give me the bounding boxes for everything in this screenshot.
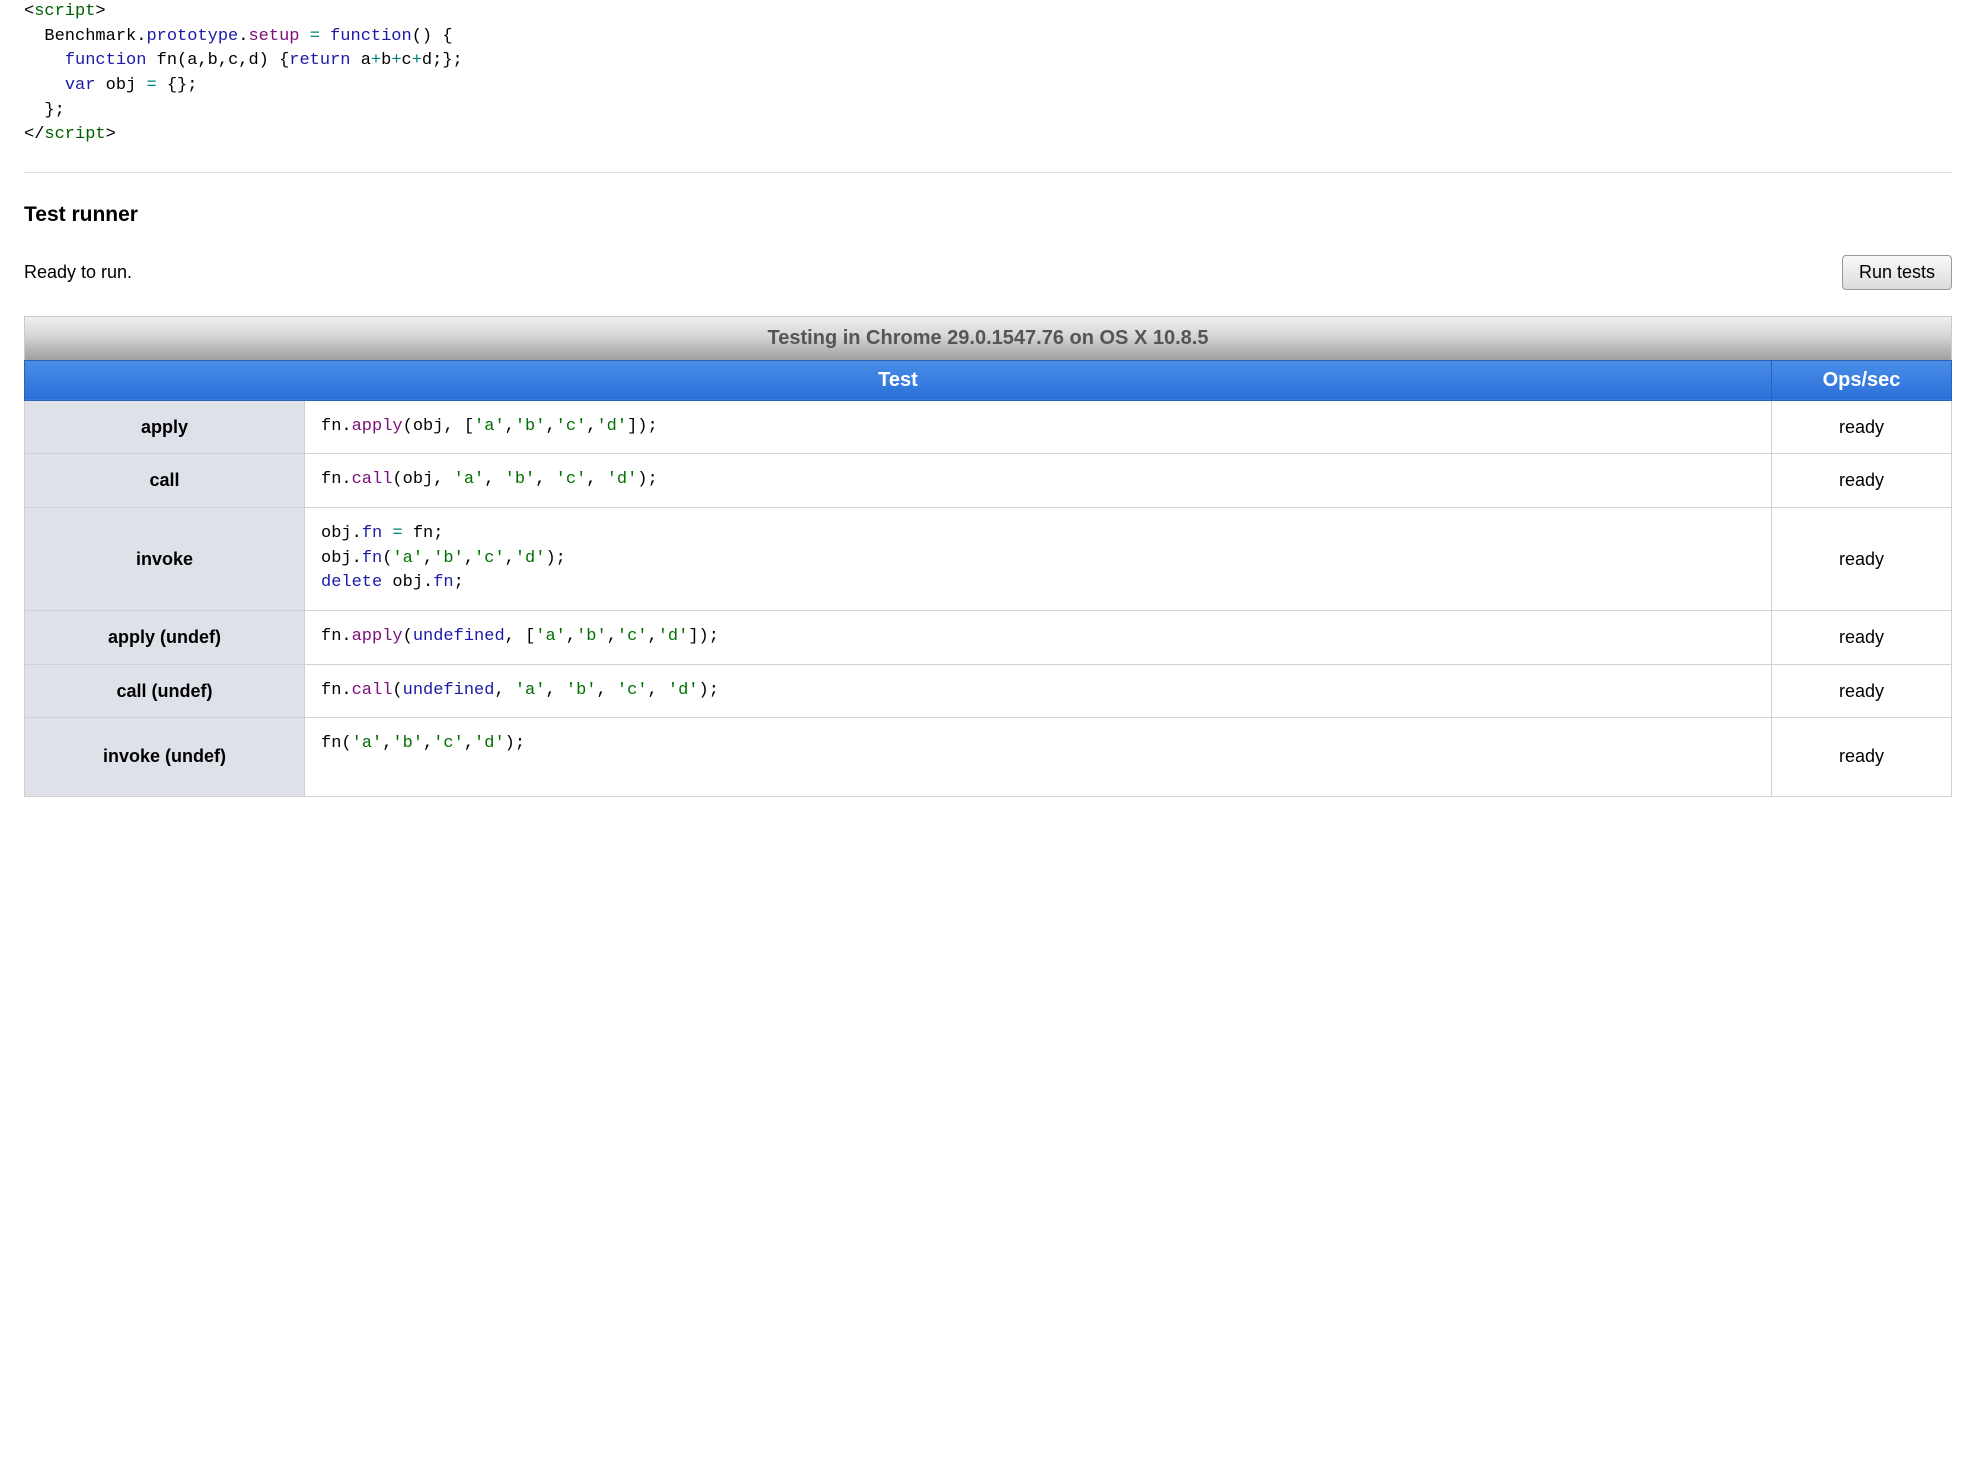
run-tests-button[interactable]: Run tests [1842, 255, 1952, 290]
runner-status-text: Ready to run. [24, 262, 132, 283]
section-divider [24, 172, 1952, 173]
test-code-cell: fn('a','b','c','d'); [305, 718, 1772, 796]
runner-controls-row: Ready to run. Run tests [24, 255, 1952, 290]
test-code-cell: fn.apply(obj, ['a','b','c','d']); [305, 400, 1772, 454]
table-row: invokeobj.fn = fn; obj.fn('a','b','c','d… [25, 508, 1952, 611]
test-code-cell: fn.apply(undefined, ['a','b','c','d']); [305, 611, 1772, 665]
ops-per-sec-cell: ready [1772, 508, 1952, 611]
results-caption: Testing in Chrome 29.0.1547.76 on OS X 1… [24, 316, 1952, 360]
setup-code-block: <script> Benchmark.prototype.setup = fun… [24, 0, 1952, 148]
table-row: apply (undef)fn.apply(undefined, ['a','b… [25, 611, 1952, 665]
table-row: callfn.call(obj, 'a', 'b', 'c', 'd');rea… [25, 454, 1952, 508]
test-code-cell: fn.call(undefined, 'a', 'b', 'c', 'd'); [305, 664, 1772, 718]
test-name-cell: call [25, 454, 305, 508]
test-runner-heading: Test runner [24, 203, 1952, 227]
table-row: invoke (undef)fn('a','b','c','d'); ready [25, 718, 1952, 796]
ops-per-sec-cell: ready [1772, 718, 1952, 796]
results-table: Testing in Chrome 29.0.1547.76 on OS X 1… [24, 316, 1952, 797]
column-test-header: Test [25, 360, 1772, 400]
table-row: call (undef)fn.call(undefined, 'a', 'b',… [25, 664, 1952, 718]
table-row: applyfn.apply(obj, ['a','b','c','d']);re… [25, 400, 1952, 454]
test-name-cell: invoke [25, 508, 305, 611]
test-name-cell: apply [25, 400, 305, 454]
test-code-cell: obj.fn = fn; obj.fn('a','b','c','d'); de… [305, 508, 1772, 611]
ops-per-sec-cell: ready [1772, 664, 1952, 718]
test-name-cell: apply (undef) [25, 611, 305, 665]
column-ops-header: Ops/sec [1772, 360, 1952, 400]
ops-per-sec-cell: ready [1772, 611, 1952, 665]
test-name-cell: call (undef) [25, 664, 305, 718]
test-name-cell: invoke (undef) [25, 718, 305, 796]
ops-per-sec-cell: ready [1772, 454, 1952, 508]
test-code-cell: fn.call(obj, 'a', 'b', 'c', 'd'); [305, 454, 1772, 508]
ops-per-sec-cell: ready [1772, 400, 1952, 454]
